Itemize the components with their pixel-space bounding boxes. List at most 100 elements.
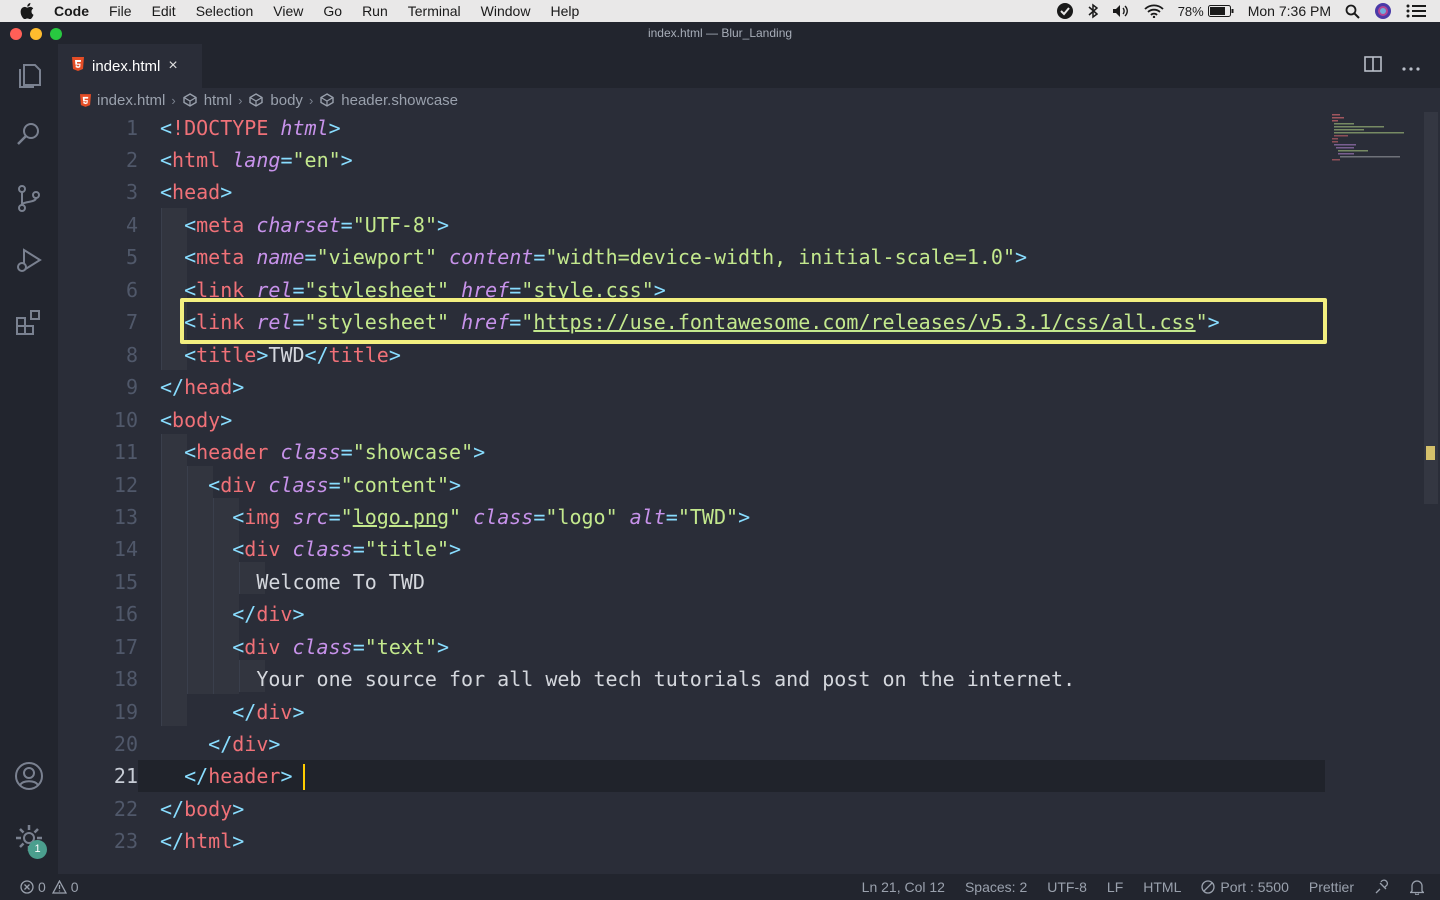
checkmark-shield-icon[interactable] bbox=[1056, 2, 1074, 20]
cursor-position[interactable]: Ln 21, Col 12 bbox=[862, 879, 945, 895]
status-bar: 0 0 Ln 21, Col 12 Spaces: 2 UTF-8 LF HTM… bbox=[0, 874, 1440, 900]
split-editor-icon[interactable] bbox=[1364, 56, 1382, 77]
code-line: <img src="logo.png" class="logo" alt="TW… bbox=[232, 505, 751, 529]
window-titlebar: index.html — Blur_Landing bbox=[0, 22, 1440, 44]
menu-view[interactable]: View bbox=[273, 3, 303, 19]
code-line: </div> bbox=[232, 700, 305, 724]
code-line: <meta charset="UTF-8"> bbox=[184, 213, 450, 237]
macos-menubar: Code File Edit Selection View Go Run Ter… bbox=[0, 0, 1440, 22]
battery-icon[interactable] bbox=[1207, 5, 1234, 17]
close-tab-icon[interactable]: × bbox=[168, 57, 177, 75]
line-number: 2 bbox=[125, 148, 138, 172]
apple-icon[interactable] bbox=[20, 3, 38, 19]
search-icon[interactable] bbox=[13, 118, 45, 150]
menu-terminal[interactable]: Terminal bbox=[408, 3, 461, 19]
breadcrumb-file[interactable]: index.html bbox=[80, 92, 165, 109]
menu-code[interactable]: Code bbox=[54, 3, 89, 19]
annotation-highlight-box bbox=[180, 298, 1327, 344]
code-line: </html> bbox=[160, 829, 245, 853]
minimize-window-button[interactable] bbox=[30, 28, 42, 40]
menu-help[interactable]: Help bbox=[550, 3, 579, 19]
battery-percent: 78% bbox=[1177, 3, 1204, 19]
code-line: <div class="title"> bbox=[232, 537, 462, 561]
tab-index-html[interactable]: index.html × bbox=[58, 44, 202, 88]
language-mode[interactable]: HTML bbox=[1143, 879, 1181, 895]
text-cursor bbox=[303, 764, 305, 790]
code-line: <head> bbox=[160, 180, 233, 204]
line-number: 23 bbox=[113, 829, 138, 853]
extensions-icon[interactable] bbox=[13, 306, 45, 338]
more-actions-icon[interactable] bbox=[1402, 58, 1420, 76]
indentation-setting[interactable]: Spaces: 2 bbox=[965, 879, 1027, 895]
run-debug-icon[interactable] bbox=[13, 244, 45, 276]
chevron-right-icon: › bbox=[171, 92, 176, 108]
line-number: 3 bbox=[125, 180, 138, 204]
menu-run[interactable]: Run bbox=[362, 3, 388, 19]
line-number: 13 bbox=[113, 505, 138, 529]
wifi-icon[interactable] bbox=[1144, 4, 1164, 18]
line-number: 15 bbox=[113, 570, 138, 594]
bluetooth-icon[interactable] bbox=[1088, 3, 1098, 19]
code-line: </head> bbox=[160, 375, 245, 399]
eol-setting[interactable]: LF bbox=[1107, 879, 1123, 895]
menu-selection[interactable]: Selection bbox=[196, 3, 254, 19]
source-control-icon[interactable] bbox=[13, 182, 45, 214]
code-editor[interactable]: 1 2 3 4 5 6 7 8 9 10 11 12 13 14 15 16 1… bbox=[58, 112, 1440, 874]
line-number: 4 bbox=[125, 213, 138, 237]
window-title: index.html — Blur_Landing bbox=[647, 26, 793, 40]
html5-file-icon bbox=[80, 93, 91, 107]
encoding-setting[interactable]: UTF-8 bbox=[1047, 879, 1087, 895]
spotlight-search-icon[interactable] bbox=[1345, 4, 1360, 19]
minimap[interactable] bbox=[1330, 112, 1425, 162]
live-server-port[interactable]: Port : 5500 bbox=[1201, 879, 1289, 895]
code-line: </div> bbox=[232, 602, 305, 626]
explorer-icon[interactable] bbox=[13, 58, 45, 90]
menu-file[interactable]: File bbox=[109, 3, 132, 19]
chevron-right-icon: › bbox=[308, 92, 314, 108]
menu-edit[interactable]: Edit bbox=[152, 3, 176, 19]
code-line: </div> bbox=[208, 732, 281, 756]
line-number: 5 bbox=[125, 245, 138, 269]
breadcrumb-label: body bbox=[270, 91, 303, 109]
breadcrumb-header-showcase[interactable]: header.showcase bbox=[319, 92, 458, 109]
editor-tab-bar: index.html × bbox=[58, 44, 1440, 88]
breadcrumb-body[interactable]: body bbox=[248, 92, 303, 109]
breadcrumb-label: header.showcase bbox=[341, 91, 459, 109]
logo-png-link[interactable]: logo.png bbox=[353, 505, 449, 529]
line-number: 11 bbox=[113, 440, 138, 464]
settings-update-badge: 1 bbox=[28, 840, 47, 859]
code-line: <div class="content"> bbox=[208, 473, 462, 497]
code-line: Your one source for all web tech tutoria… bbox=[256, 667, 1076, 691]
clock[interactable]: Mon 7:36 PM bbox=[1248, 3, 1331, 19]
notifications-bell-icon[interactable] bbox=[1410, 879, 1424, 895]
accounts-icon[interactable] bbox=[13, 760, 45, 792]
element-cube-icon bbox=[320, 93, 334, 107]
breadcrumb: index.html › html › body › header.showca… bbox=[58, 88, 1440, 112]
line-number: 16 bbox=[113, 602, 138, 626]
element-cube-icon bbox=[249, 93, 264, 107]
breadcrumb-label: index.html bbox=[97, 91, 166, 109]
maximize-window-button[interactable] bbox=[50, 28, 62, 40]
notification-center-icon[interactable] bbox=[1406, 4, 1426, 18]
line-number: 20 bbox=[113, 732, 138, 756]
error-count: 0 bbox=[38, 879, 46, 895]
volume-icon[interactable] bbox=[1112, 4, 1130, 18]
line-number: 8 bbox=[125, 343, 138, 367]
line-number: 12 bbox=[113, 473, 138, 497]
line-number: 19 bbox=[113, 700, 138, 724]
menu-window[interactable]: Window bbox=[481, 3, 531, 19]
feedback-icon[interactable] bbox=[1374, 879, 1390, 895]
line-number: 10 bbox=[113, 408, 138, 432]
line-number: 21 bbox=[113, 764, 138, 788]
scrollbar-cursor-marker bbox=[1426, 446, 1435, 460]
siri-icon[interactable] bbox=[1374, 2, 1392, 20]
menu-go[interactable]: Go bbox=[323, 3, 342, 19]
prettier-formatter[interactable]: Prettier bbox=[1309, 879, 1354, 895]
code-line: Welcome To TWD bbox=[256, 570, 425, 594]
breadcrumb-html[interactable]: html bbox=[182, 92, 232, 109]
code-line: <!DOCTYPE html> bbox=[160, 116, 341, 140]
problems-indicator[interactable]: 0 0 bbox=[20, 879, 79, 895]
line-number: 7 bbox=[125, 310, 138, 334]
close-window-button[interactable] bbox=[10, 28, 22, 40]
port-label: Port : 5500 bbox=[1220, 879, 1289, 895]
